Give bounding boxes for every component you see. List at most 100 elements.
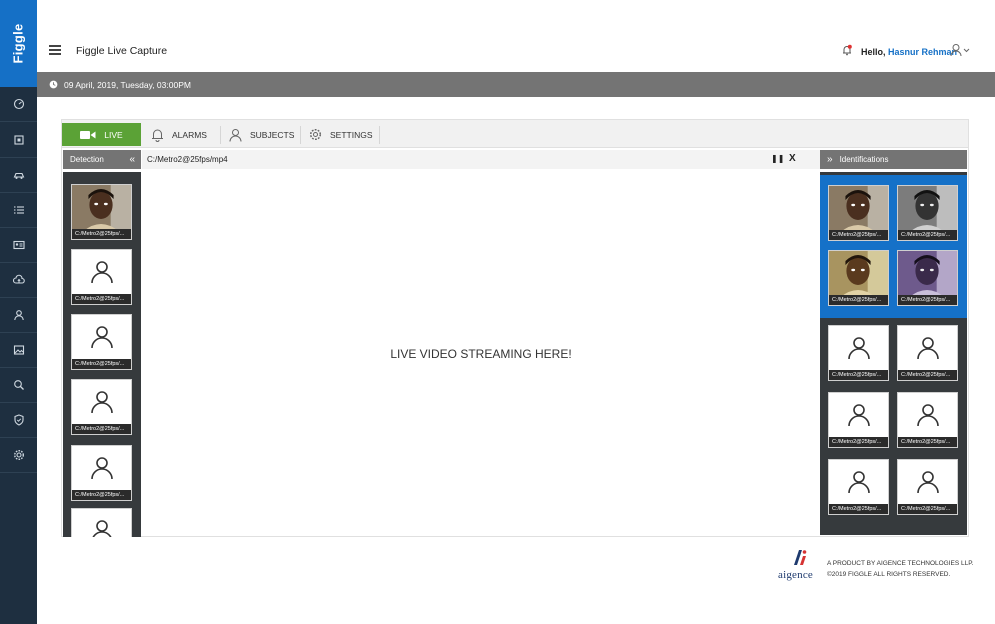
sidebar-item-user[interactable] [0,298,37,333]
gear-icon [309,128,322,141]
footer-line-1: A PRODUCT BY AIGENCE TECHNOLOGIES LLP. [827,560,974,567]
detection-item[interactable] [71,508,132,537]
dashboard-icon [13,98,24,110]
person-placeholder-icon [848,471,870,494]
bell-icon [152,129,163,142]
identification-item[interactable]: C:/Metro2@25fps/... [828,459,889,515]
detection-item[interactable]: C:/Metro2@25fps/... [71,249,132,305]
sidebar-item-list[interactable] [0,193,37,228]
sidebar-item-id-card[interactable] [0,228,37,263]
tab-settings[interactable]: SETTINGS [309,123,373,146]
user-menu-icon[interactable] [950,43,972,57]
aigence-logo-mark [794,550,807,565]
cloud-upload-icon [12,274,25,284]
sidebar-item-gallery[interactable] [0,333,37,368]
detection-item[interactable]: C:/Metro2@25fps/... [71,445,132,501]
identification-caption: C:/Metro2@25fps/... [898,437,957,447]
sidebar-item-scan[interactable] [0,123,37,158]
identification-item[interactable]: C:/Metro2@25fps/... [897,325,958,381]
footer-credits: A PRODUCT BY AIGENCE TECHNOLOGIES LLP. ©… [827,558,974,580]
top-bar: Figgle Live Capture Hello, Hasnur Rehman [37,30,995,72]
face-photo [829,251,888,297]
user-icon [13,310,24,321]
scan-icon [13,135,24,145]
live-video-area[interactable]: LIVE VIDEO STREAMING HERE! [142,172,820,535]
gallery-icon [13,345,24,355]
username[interactable]: Hasnur Rehman [888,47,957,57]
identification-caption: C:/Metro2@25fps/... [829,370,888,380]
sidebar: Figgle [0,0,37,624]
date-bar: 09 April, 2019, Tuesday, 03:00PM [37,72,995,97]
detection-item[interactable]: C:/Metro2@25fps/... [71,314,132,370]
live-capture-panel: LIVE ALARMS SUBJECTS SETTINGS Detection … [61,119,969,537]
greeting-text: Hello, [861,47,886,57]
person-placeholder-icon [848,337,870,360]
person-placeholder-icon [91,391,113,414]
identification-item[interactable]: C:/Metro2@25fps/... [897,459,958,515]
stream-path: C:/Metro2@25fps/mp4 [147,155,228,164]
face-photo [898,186,957,232]
detection-list[interactable]: C:/Metro2@25fps/... C:/Metro2@25fps/... … [63,172,141,537]
expand-identifications-button[interactable]: » [827,154,833,165]
sidebar-item-search[interactable] [0,368,37,403]
person-placeholder-icon [917,404,939,427]
detection-label: Detection [70,155,104,164]
current-datetime: 09 April, 2019, Tuesday, 03:00PM [64,79,191,90]
face-photo [898,251,957,297]
identification-caption: C:/Metro2@25fps/... [829,504,888,514]
identification-item[interactable]: C:/Metro2@25fps/... [828,325,889,381]
user-icon [229,128,242,142]
identification-item[interactable]: C:/Metro2@25fps/... [897,392,958,448]
notification-bell-icon[interactable] [841,44,853,56]
tab-bar: LIVE ALARMS SUBJECTS SETTINGS [62,120,968,148]
sidebar-item-security[interactable] [0,403,37,438]
detection-item[interactable]: C:/Metro2@25fps/... [71,184,132,240]
identification-caption: C:/Metro2@25fps/... [829,295,888,305]
detection-item[interactable]: C:/Metro2@25fps/... [71,379,132,435]
identification-caption: C:/Metro2@25fps/... [829,230,888,240]
tab-live[interactable]: LIVE [62,123,141,146]
menu-icon[interactable] [49,45,61,55]
stream-placeholder-text: LIVE VIDEO STREAMING HERE! [390,346,572,361]
sidebar-item-upload[interactable] [0,263,37,298]
tab-divider [300,126,301,144]
identification-item[interactable]: C:/Metro2@25fps/... [828,392,889,448]
identification-match[interactable]: C:/Metro2@25fps/... [828,250,889,306]
id-card-icon [12,240,25,250]
collapse-detection-button[interactable]: « [129,154,135,165]
identification-match[interactable]: C:/Metro2@25fps/... [828,185,889,241]
tab-subjects[interactable]: SUBJECTS [229,123,294,146]
gear-icon [13,449,24,461]
person-placeholder-icon [848,404,870,427]
page-title: Figgle Live Capture [76,45,168,57]
tab-alarms-label: ALARMS [172,129,207,140]
tab-live-label: LIVE [104,129,123,140]
identification-match[interactable]: C:/Metro2@25fps/... [897,250,958,306]
tab-divider [220,126,221,144]
detection-caption: C:/Metro2@25fps/... [72,424,131,434]
tab-alarms[interactable]: ALARMS [151,123,207,146]
aigence-logo: aigence [778,548,824,581]
identification-caption: C:/Metro2@25fps/... [898,230,957,240]
brand-logo[interactable]: Figgle [0,0,37,87]
user-greeting: Hello, Hasnur Rehman [861,47,957,57]
tab-subjects-label: SUBJECTS [250,129,295,140]
identifications-label: Identifications [839,155,889,164]
search-icon [13,380,24,390]
sidebar-item-vehicle[interactable] [0,158,37,193]
identifications-list[interactable]: C:/Metro2@25fps/... C:/Metro2@25fps/... [820,172,967,535]
identification-caption: C:/Metro2@25fps/... [829,437,888,447]
identifications-header: » Identifications [820,150,967,169]
pause-button[interactable]: ❚❚ [771,154,784,163]
detection-caption: C:/Metro2@25fps/... [72,359,131,369]
identification-caption: C:/Metro2@25fps/... [898,504,957,514]
identification-caption: C:/Metro2@25fps/... [898,295,957,305]
sidebar-item-dashboard[interactable] [0,87,37,122]
close-stream-button[interactable]: X [789,153,796,164]
sidebar-item-settings[interactable] [0,438,37,473]
aigence-logo-text: aigence [778,569,813,581]
shield-icon [13,414,24,426]
identification-caption: C:/Metro2@25fps/... [898,370,957,380]
face-photo [72,185,131,231]
identification-match[interactable]: C:/Metro2@25fps/... [897,185,958,241]
